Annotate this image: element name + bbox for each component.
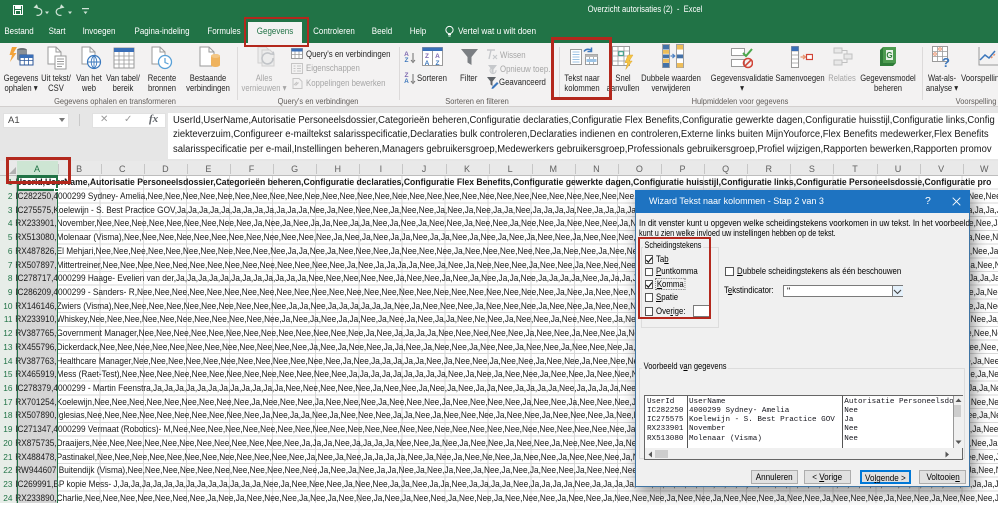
svg-text:G: G <box>886 51 892 60</box>
svg-text:Z: Z <box>425 53 429 60</box>
svg-text:A: A <box>425 60 430 67</box>
svg-text:?: ? <box>942 55 950 70</box>
svg-text:Z: Z <box>436 60 440 67</box>
svg-text:A: A <box>435 53 440 60</box>
